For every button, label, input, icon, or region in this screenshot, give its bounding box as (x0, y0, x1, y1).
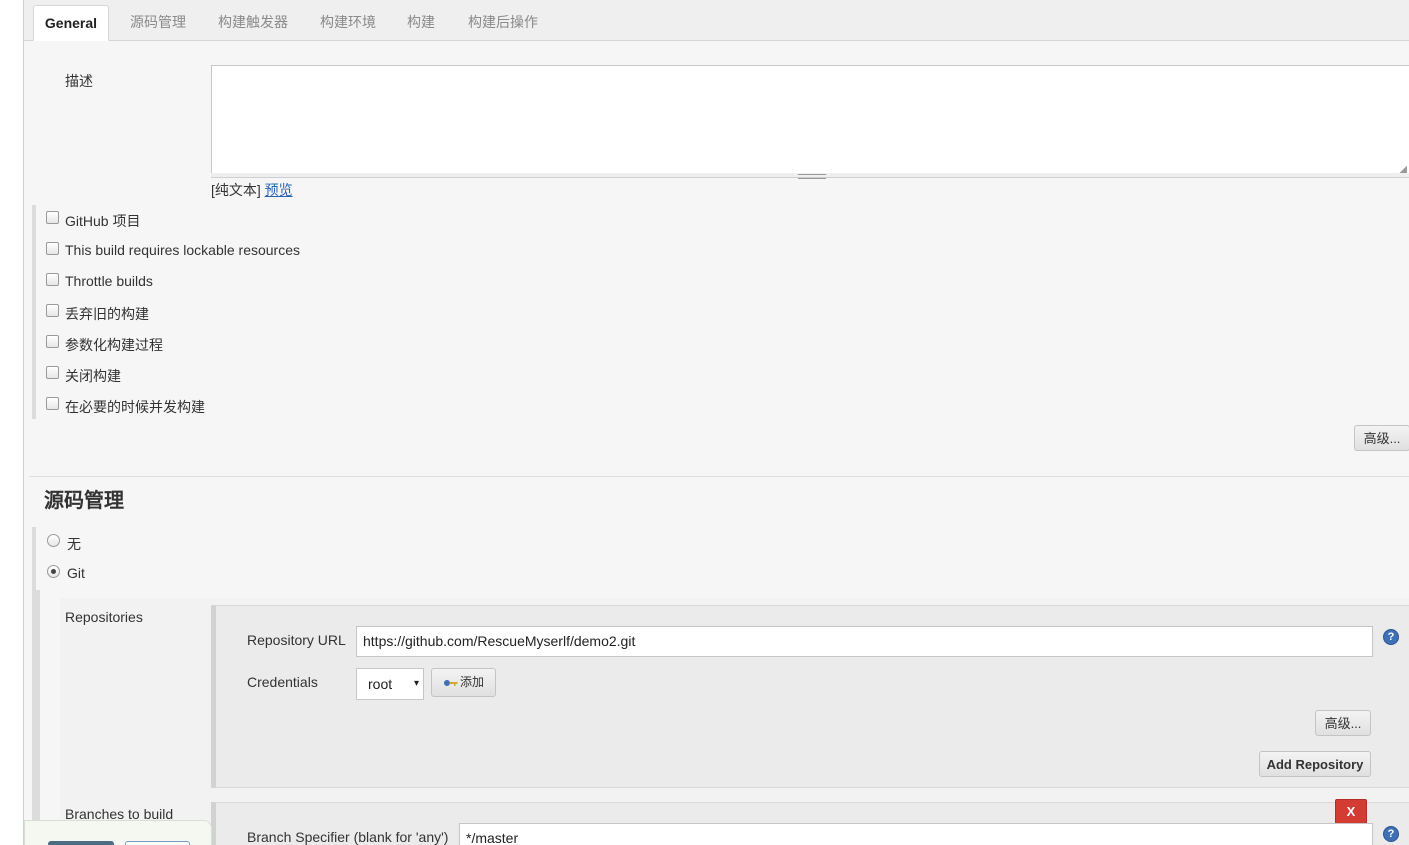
concurrent-builds-label: 在必要的时候并发构建 (65, 399, 205, 415)
tab-post-build[interactable]: 构建后操作 (462, 5, 544, 40)
repo-url-help-icon[interactable]: ? (1383, 629, 1399, 645)
options-group-bar (32, 205, 36, 419)
credentials-label: Credentials (247, 674, 318, 690)
lockable-resources-label: This build requires lockable resources (65, 242, 300, 258)
scm-none-label: 无 (67, 536, 81, 552)
repo-url-label: Repository URL (247, 632, 346, 648)
disable-build-label: 关闭构建 (65, 368, 121, 384)
branch-specifier-input[interactable]: */master (459, 823, 1373, 845)
config-tabbar: General 源码管理 构建触发器 构建环境 构建 构建后操作 (24, 0, 1409, 41)
repositories-label: Repositories (65, 609, 143, 625)
throttle-builds-label: Throttle builds (65, 273, 153, 289)
preview-link[interactable]: 预览 (265, 182, 293, 198)
section-divider (29, 476, 1409, 477)
markup-format-line: [纯文本] 预览 (211, 180, 293, 200)
tab-general[interactable]: General (33, 5, 109, 41)
disable-build-checkbox[interactable] (46, 366, 59, 379)
branch-specifier-help-icon[interactable]: ? (1383, 826, 1399, 842)
scm-section-title: 源码管理 (44, 490, 124, 512)
tab-scm[interactable]: 源码管理 (123, 5, 193, 40)
tab-build-environment[interactable]: 构建环境 (314, 5, 382, 40)
scm-none-radio[interactable] (47, 534, 60, 547)
git-group-bar (36, 590, 40, 845)
general-advanced-button[interactable]: 高级... (1354, 425, 1409, 451)
grip-handle-icon (798, 174, 826, 179)
github-project-checkbox[interactable] (46, 211, 59, 224)
repo-advanced-button[interactable]: 高级... (1315, 710, 1371, 736)
job-config-form: General 源码管理 构建触发器 构建环境 构建 构建后操作 描述 ◢ [纯… (24, 0, 1409, 845)
add-repository-button[interactable]: Add Repository (1259, 751, 1371, 777)
lockable-resources-checkbox[interactable] (46, 242, 59, 255)
scm-git-label: Git (67, 565, 85, 581)
chevron-down-icon: ▾ (413, 678, 419, 689)
tab-build-triggers[interactable]: 构建触发器 (212, 5, 294, 40)
parameterized-checkbox[interactable] (46, 335, 59, 348)
tab-build[interactable]: 构建 (402, 5, 440, 40)
key-icon (443, 679, 458, 686)
delete-branch-button[interactable]: X (1335, 799, 1367, 824)
description-textarea[interactable] (211, 65, 1409, 175)
discard-old-builds-checkbox[interactable] (46, 304, 59, 317)
add-credentials-label: 添加 (459, 675, 484, 689)
description-label: 描述 (65, 73, 93, 89)
concurrent-builds-checkbox[interactable] (46, 397, 59, 410)
discard-old-builds-label: 丢弃旧的构建 (65, 306, 149, 322)
scm-git-radio[interactable] (47, 565, 60, 578)
parameterized-label: 参数化构建过程 (65, 337, 163, 353)
branch-specifier-label: Branch Specifier (blank for 'any') (247, 829, 449, 845)
credentials-selected-value: root (368, 676, 393, 692)
markup-format-label: [纯文本] (211, 182, 261, 198)
credentials-select[interactable]: root ▾ (356, 668, 424, 700)
bottom-sticky-bar (24, 820, 212, 845)
add-credentials-button[interactable]: 添加 (431, 668, 496, 697)
repo-url-input[interactable]: https://github.com/RescueMyserlf/demo2.g… (356, 626, 1373, 657)
save-button[interactable] (48, 841, 114, 845)
github-project-label: GitHub 项目 (65, 213, 141, 229)
throttle-builds-checkbox[interactable] (46, 273, 59, 286)
apply-button[interactable] (125, 841, 190, 845)
